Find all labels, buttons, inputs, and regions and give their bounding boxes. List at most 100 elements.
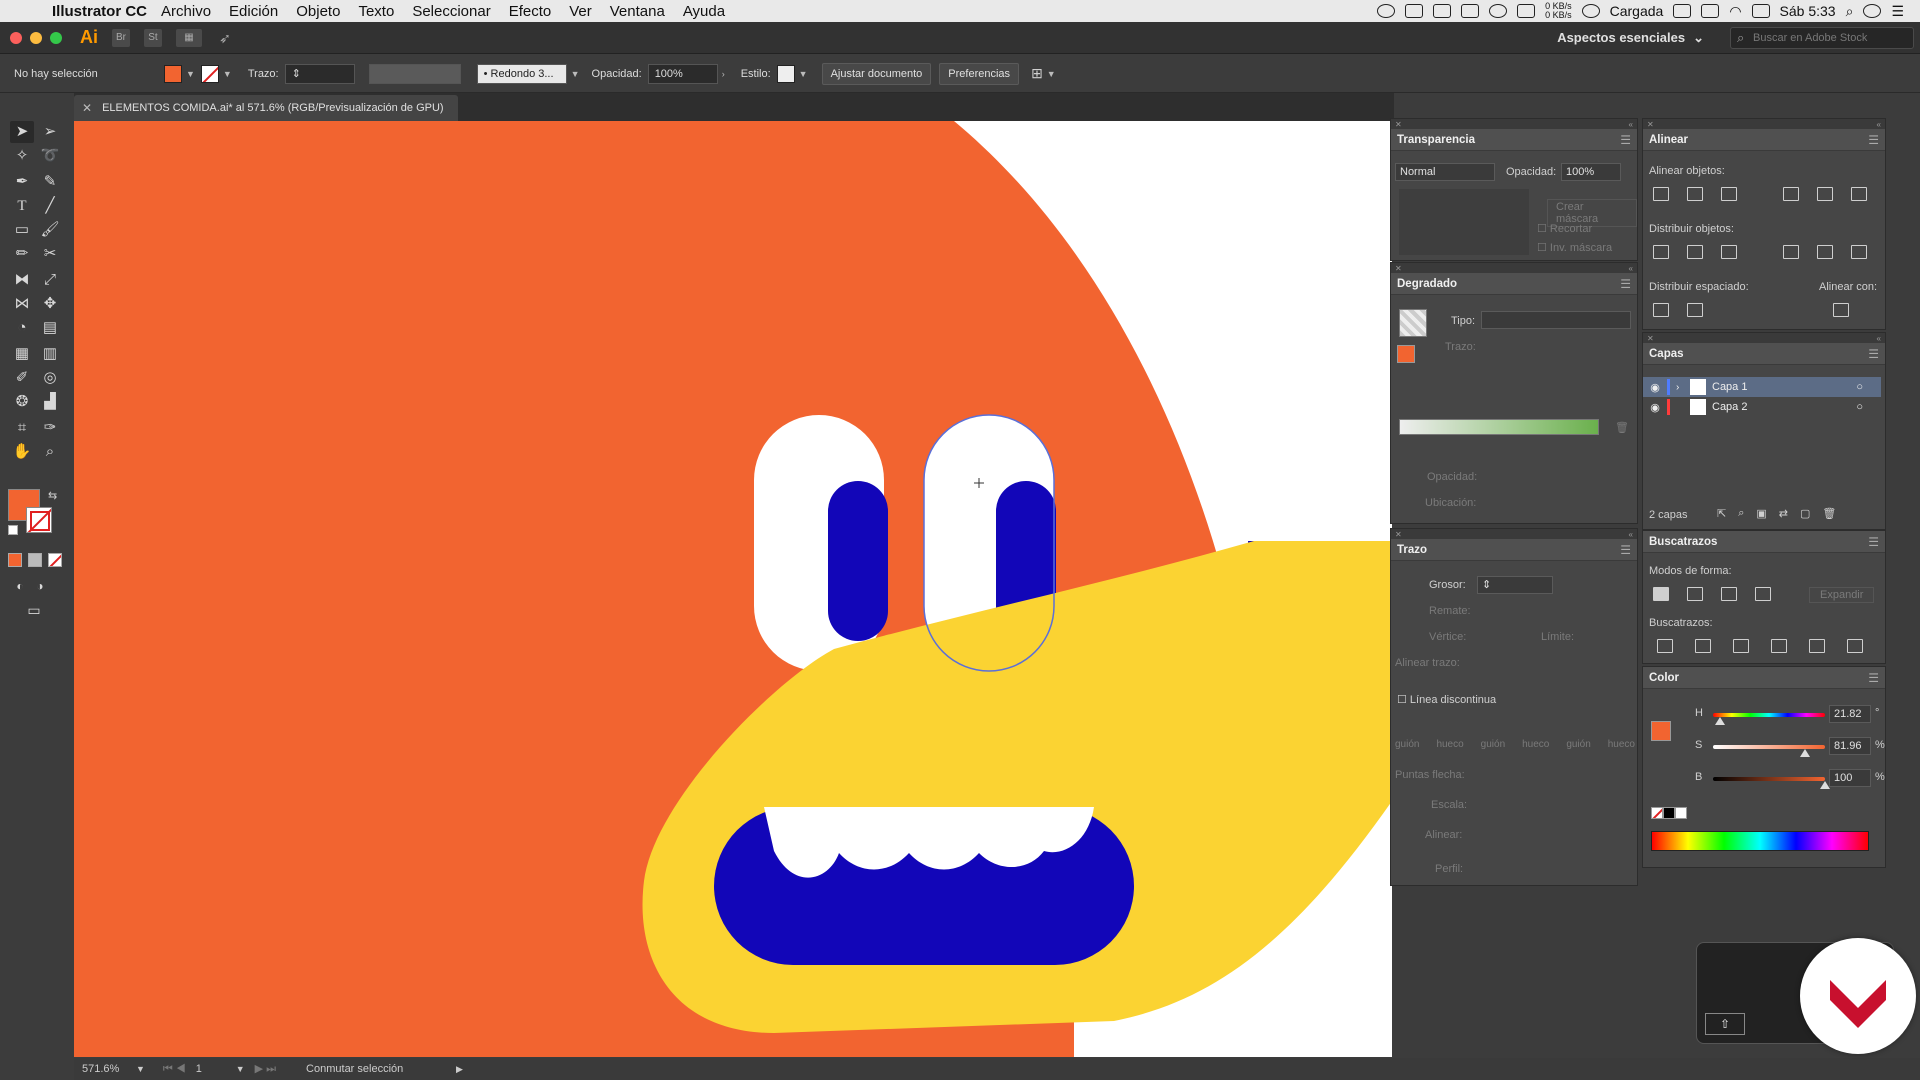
magic-wand-icon[interactable]: ✧ [10, 145, 34, 167]
type-tool-icon[interactable]: T [10, 195, 34, 217]
fill-indicator[interactable] [1397, 345, 1415, 363]
clipping-mask-icon[interactable]: ▣ [1756, 507, 1766, 520]
keyboard-icon[interactable] [1405, 4, 1424, 18]
close-window-button[interactable] [10, 31, 22, 44]
clip-checkbox[interactable]: ☐ Recortar [1537, 222, 1592, 235]
hand-tool-icon[interactable]: ✋ [10, 441, 34, 463]
align-center-h-icon[interactable] [1687, 187, 1703, 201]
document-tab[interactable]: ✕ ELEMENTOS COMIDA.ai* al 571.6% (RGB/Pr… [74, 95, 458, 121]
clock[interactable]: Sáb 5:33 [1780, 3, 1836, 19]
chevron-down-icon[interactable]: ▼ [223, 69, 232, 79]
reflect-tool-icon[interactable]: ⧓ [10, 269, 34, 291]
panel-title[interactable]: Transparencia [1397, 134, 1475, 146]
gradient-tool-icon[interactable]: ▥ [38, 343, 62, 365]
close-panel-icon[interactable]: ✕ [1395, 264, 1402, 273]
rectangle-tool-icon[interactable]: ▭ [10, 219, 34, 241]
align-center-v-icon[interactable] [1817, 187, 1833, 201]
color-spectrum[interactable] [1651, 831, 1869, 851]
close-panel-icon[interactable]: ✕ [1647, 334, 1654, 343]
none-swatch[interactable] [1651, 807, 1663, 819]
stroke-weight-field[interactable]: ⇕ [284, 63, 355, 84]
new-sublayer-icon[interactable]: ⇄ [1779, 507, 1788, 520]
menu-ver[interactable]: Ver [569, 3, 592, 20]
app-name-menu[interactable]: Illustrator CC [52, 3, 147, 20]
align-left-icon[interactable] [1653, 187, 1669, 201]
artboard-number[interactable]: 1 [196, 1063, 236, 1075]
menu-seleccionar[interactable]: Seleccionar [412, 3, 490, 20]
close-panel-icon[interactable]: ✕ [1395, 530, 1402, 539]
eyedropper-icon[interactable]: ✐ [10, 367, 34, 389]
weight-field[interactable]: ⇕ [1477, 576, 1553, 594]
hue-field[interactable]: 21.82 [1829, 705, 1871, 723]
opacity-field[interactable]: 100% [1561, 163, 1621, 181]
minimize-window-button[interactable] [30, 31, 42, 44]
panel-menu-icon[interactable]: ☰ [1868, 347, 1879, 361]
brightness-field[interactable]: 100 [1829, 769, 1871, 787]
expand-layer-icon[interactable]: › [1676, 382, 1688, 393]
layer-name[interactable]: Capa 2 [1712, 401, 1747, 413]
slice-tool-icon[interactable]: ✑ [38, 417, 62, 439]
clipboard-icon[interactable] [1517, 4, 1536, 18]
collapse-panel-icon[interactable]: « [1629, 530, 1633, 539]
fit-document-button[interactable]: Ajustar documento [821, 62, 932, 85]
stroke-swatch[interactable] [200, 64, 219, 83]
zoom-tool-icon[interactable]: ⌕ [38, 441, 62, 463]
paintbrush-icon[interactable]: 🖌 [38, 219, 62, 241]
align-bottom-icon[interactable] [1851, 187, 1867, 201]
chevron-down-icon[interactable]: ▼ [186, 69, 195, 79]
saturation-slider-thumb[interactable] [1799, 749, 1810, 757]
distribute-left-icon[interactable] [1783, 245, 1799, 259]
none-mode-icon[interactable] [48, 553, 62, 567]
close-panel-icon[interactable]: ✕ [1647, 120, 1654, 129]
fill-swatch[interactable] [164, 64, 182, 83]
dropbox-icon[interactable] [1461, 4, 1480, 18]
symbol-sprayer-icon[interactable]: ❂ [10, 391, 34, 413]
distribute-space-h-icon[interactable] [1687, 303, 1703, 317]
zoom-window-button[interactable] [50, 31, 62, 44]
chevron-down-icon[interactable]: ▼ [136, 1064, 145, 1074]
lasso-icon[interactable]: ➰ [38, 145, 62, 167]
chevron-down-icon[interactable]: ▼ [799, 69, 808, 79]
arrange-documents-icon[interactable]: ▦ [176, 28, 202, 47]
target-icon[interactable]: ○ [1856, 381, 1863, 393]
cloud-icon[interactable] [1581, 4, 1600, 18]
layer-row[interactable]: ◉ › Capa 1 ○ [1643, 377, 1881, 397]
eye-icon[interactable]: ◉ [1643, 401, 1667, 414]
outline-icon[interactable] [1809, 639, 1825, 653]
crop-icon[interactable] [1771, 639, 1787, 653]
next-artboard-icon[interactable]: ▶ ⏭ [255, 1062, 276, 1076]
stroke-color-swatch[interactable] [26, 507, 52, 533]
chevron-down-icon[interactable]: ▼ [1047, 69, 1056, 79]
intersect-icon[interactable] [1721, 587, 1737, 601]
menu-ventana[interactable]: Ventana [610, 3, 665, 20]
layer-name[interactable]: Capa 1 [1712, 381, 1747, 393]
panel-menu-icon[interactable]: ☰ [1868, 671, 1879, 685]
bridge-button[interactable]: Br [112, 28, 130, 47]
color-mode-icon[interactable] [8, 553, 22, 567]
gradient-type-select[interactable] [1481, 311, 1631, 329]
scissors-icon[interactable]: ✂ [38, 243, 62, 265]
spotlight-icon[interactable]: ⌕ [1846, 3, 1854, 20]
artboard-canvas[interactable] [74, 121, 1392, 1057]
swap-fill-stroke-icon[interactable]: ⇆ [48, 489, 57, 502]
eye-icon[interactable]: ◉ [1643, 381, 1667, 394]
notification-center-icon[interactable]: ☰ [1891, 3, 1904, 20]
workspace-switcher[interactable]: Aspectos esenciales ⌄ [1557, 30, 1704, 46]
brush-definition[interactable]: • Redondo 3... [476, 63, 567, 84]
brightness-slider[interactable] [1713, 777, 1825, 781]
chevron-down-icon[interactable]: ▼ [571, 69, 580, 79]
battery-status-text[interactable]: Cargada [1610, 3, 1664, 19]
white-swatch[interactable] [1675, 807, 1687, 819]
shape-builder-icon[interactable]: ◔ [10, 317, 34, 339]
locate-object-icon[interactable]: ⌕ [1738, 507, 1744, 520]
unite-icon[interactable] [1653, 587, 1669, 601]
line-tool-icon[interactable]: ╱ [38, 195, 62, 217]
screen-mode-icon[interactable]: ▭ [22, 599, 46, 621]
close-tab-icon[interactable]: ✕ [82, 101, 92, 115]
shift-key-icon[interactable]: ⇧ [1705, 1013, 1745, 1035]
collapse-panel-icon[interactable]: « [1629, 120, 1633, 129]
stock-search-input[interactable]: Buscar en Adobe Stock [1730, 26, 1914, 49]
panel-title[interactable]: Trazo [1397, 544, 1427, 556]
pen-tool-icon[interactable]: ✒ [10, 171, 34, 193]
hue-slider-thumb[interactable] [1714, 717, 1725, 725]
